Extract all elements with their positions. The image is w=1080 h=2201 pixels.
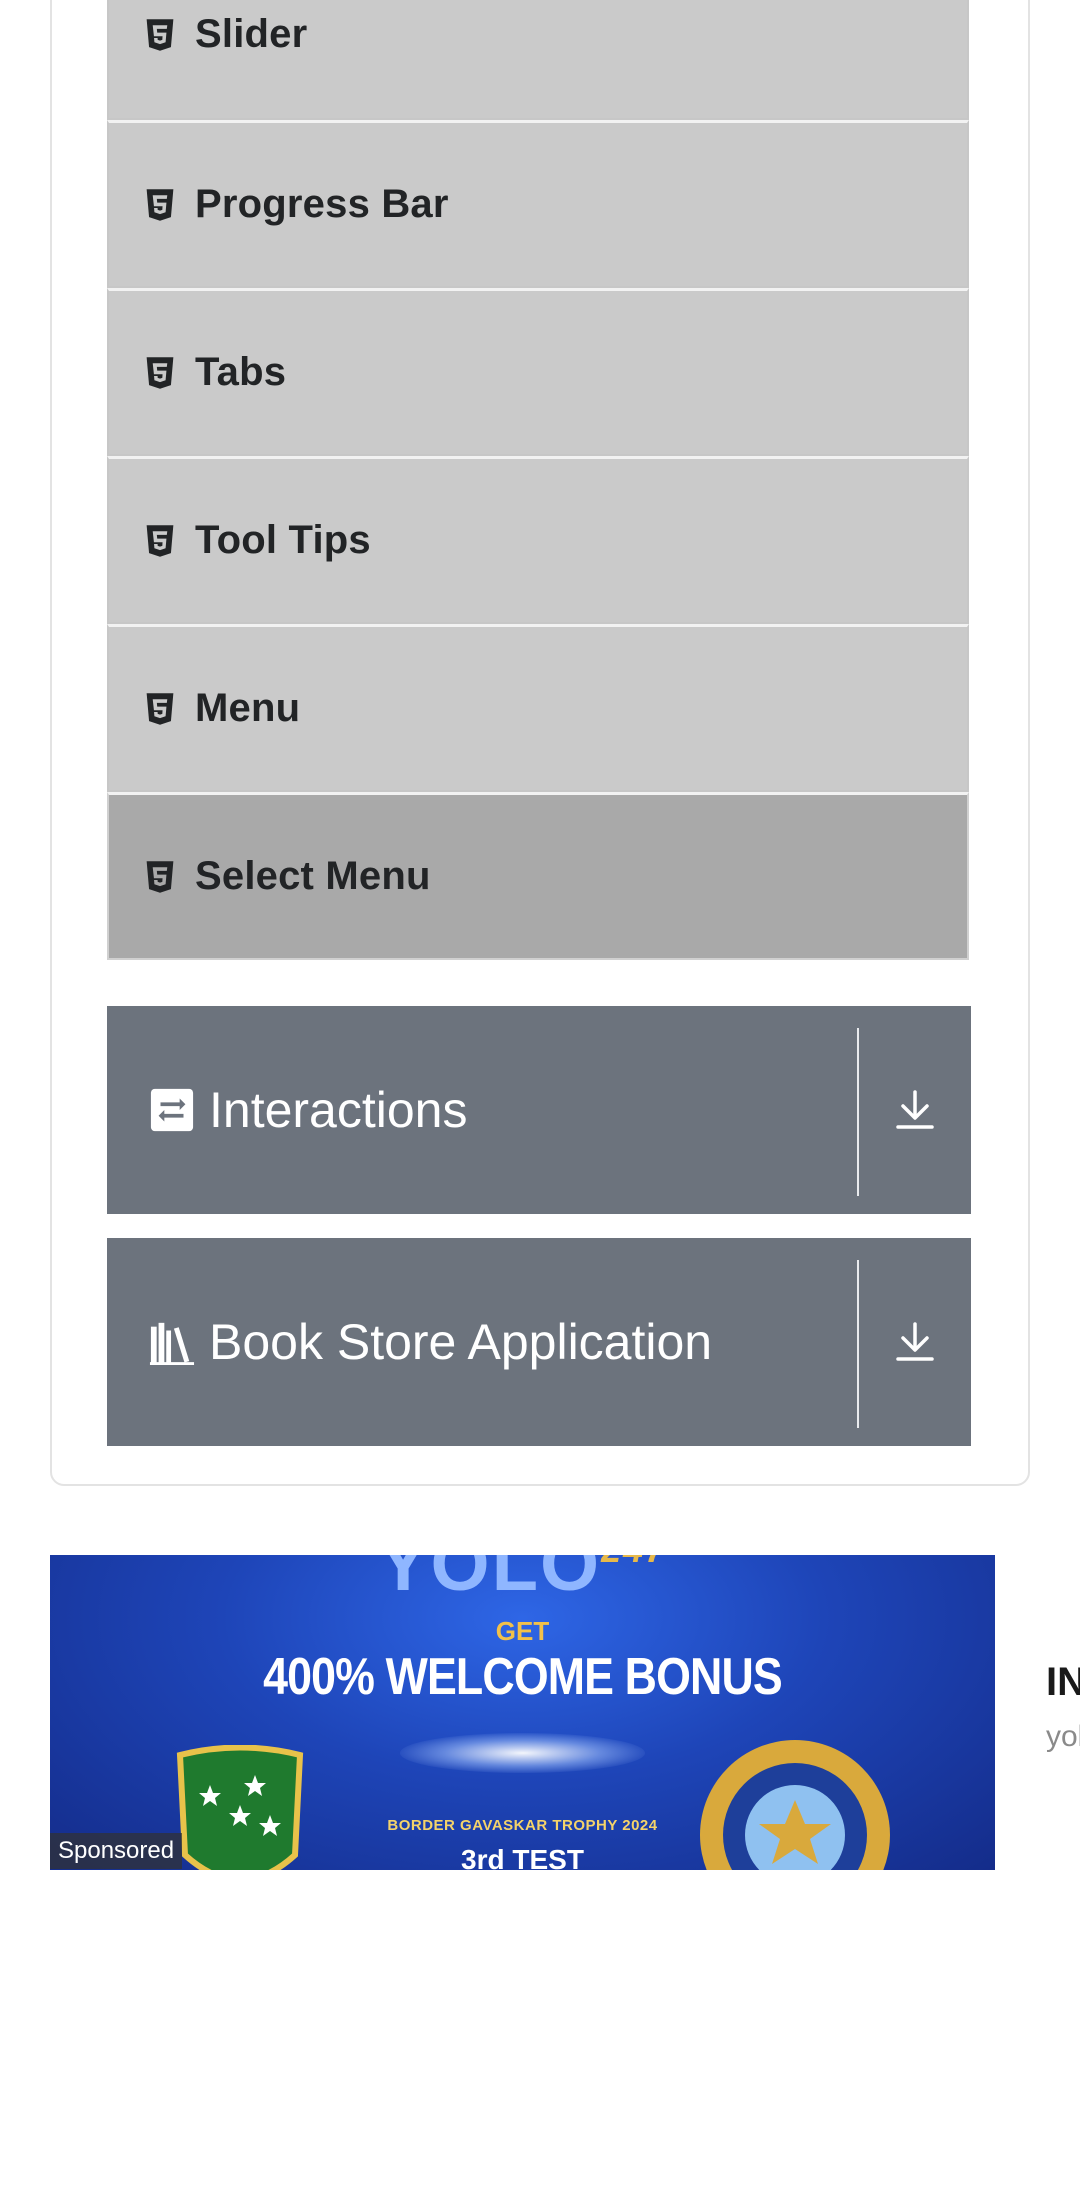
menu-item-inner: Menu — [109, 686, 300, 731]
ad-brand-logo: YOLO247 — [50, 1555, 995, 1608]
sponsored-ad-banner[interactable]: YOLO247 GET 400% WELCOME BONUS BORDER GA… — [50, 1555, 995, 1870]
sponsored-label: Sponsored — [50, 1833, 183, 1869]
page: Slider Progress Bar Tabs Tool Tips Menu … — [0, 0, 1080, 2201]
menu-item-inner: Tabs — [109, 350, 286, 395]
books-icon — [149, 1322, 195, 1365]
html5-icon — [146, 524, 174, 557]
menu-item-tabs[interactable]: Tabs — [107, 288, 969, 456]
menu-list: Slider Progress Bar Tabs Tool Tips Menu … — [107, 0, 969, 960]
arrows-exchange-icon — [150, 1088, 194, 1132]
html5-icon — [146, 18, 174, 51]
html5-icon — [146, 860, 174, 893]
group-header-interactions[interactable]: Interactions — [107, 1006, 971, 1214]
ad-brand-suffix: 247 — [601, 1555, 667, 1570]
ad-get-text: GET — [495, 1616, 550, 1646]
menu-item-select-menu[interactable]: Select Menu — [107, 792, 969, 960]
menu-item-inner: Progress Bar — [109, 182, 449, 227]
menu-item-inner: Tool Tips — [109, 518, 371, 563]
download-button[interactable] — [859, 1006, 971, 1214]
group-header-book-store[interactable]: Book Store Application — [107, 1238, 971, 1446]
download-button[interactable] — [859, 1238, 971, 1446]
bcci-crest-icon — [700, 1740, 890, 1870]
ad-stadium-lights — [400, 1733, 645, 1773]
menu-item-inner: Select Menu — [109, 854, 431, 899]
menu-item-progress-bar[interactable]: Progress Bar — [107, 120, 969, 288]
menu-item-menu[interactable]: Menu — [107, 624, 969, 792]
menu-item-inner: Slider — [109, 12, 307, 57]
menu-item-label: Tool Tips — [195, 518, 371, 562]
ad-side-subtitle: yol — [1046, 1720, 1080, 1753]
menu-item-tool-tips[interactable]: Tool Tips — [107, 456, 969, 624]
menu-item-label: Select Menu — [195, 854, 431, 898]
ad-brand-text: YOLO — [377, 1555, 602, 1607]
menu-item-label: Tabs — [195, 350, 287, 394]
menu-item-label: Slider — [195, 12, 308, 56]
html5-icon — [146, 356, 174, 389]
menu-item-label: Menu — [195, 686, 301, 730]
html5-icon — [146, 692, 174, 725]
download-icon — [896, 1322, 934, 1361]
download-icon — [896, 1090, 934, 1129]
html5-icon — [146, 188, 174, 221]
menu-item-label: Progress Bar — [195, 182, 449, 226]
ad-side-title[interactable]: IN — [1046, 1660, 1080, 1705]
ad-headline: 400% WELCOME BONUS — [263, 1648, 783, 1706]
menu-item-slider[interactable]: Slider — [107, 0, 969, 120]
